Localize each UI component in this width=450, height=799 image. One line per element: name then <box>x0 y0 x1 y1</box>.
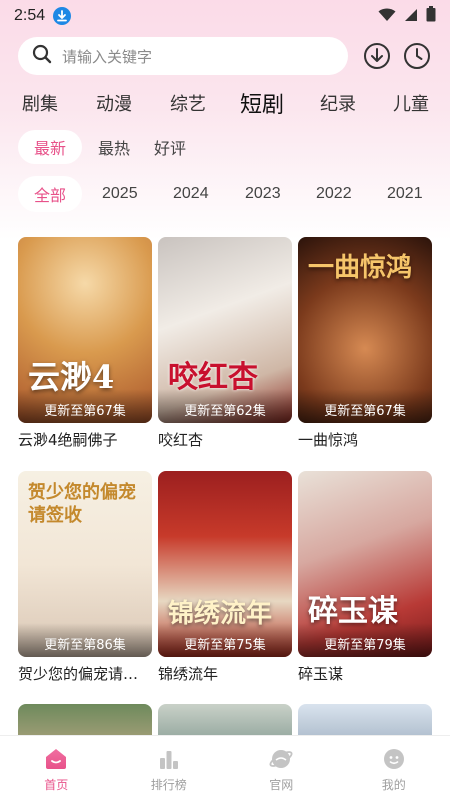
poster-title-art: 一曲惊鸿 <box>308 253 413 283</box>
tab-short-drama[interactable]: 短剧 <box>240 87 284 119</box>
search-icon <box>32 44 52 68</box>
tab-anime[interactable]: 动漫 <box>96 90 132 116</box>
year-2025[interactable]: 2025 <box>102 176 138 212</box>
nav-website[interactable]: 官网 <box>225 736 338 799</box>
tab-series[interactable]: 剧集 <box>22 90 58 116</box>
sort-top-rated[interactable]: 好评 <box>146 130 194 164</box>
nav-website-label: 官网 <box>269 778 294 792</box>
year-filter: 全部 2025 2024 2023 2022 2021 <box>18 176 450 212</box>
tab-variety[interactable]: 综艺 <box>170 90 206 116</box>
drama-title: 锦绣流年 <box>158 665 219 683</box>
wifi-icon <box>378 7 396 26</box>
website-icon <box>268 746 294 772</box>
drama-card[interactable]: 贺少您的偏宠请签收 更新至第86集 贺少您的偏宠请签收 <box>18 471 152 684</box>
drama-poster[interactable]: 一曲惊鸿 更新至第67集 <box>298 237 432 423</box>
year-all[interactable]: 全部 <box>18 176 83 212</box>
profile-icon <box>381 746 407 772</box>
search-row: 请输入关键字 <box>18 36 438 76</box>
drama-card[interactable]: 锦绣流年 更新至第75集 锦绣流年 <box>158 471 292 684</box>
download-icon[interactable] <box>362 41 392 71</box>
status-time: 2:54 <box>14 7 46 24</box>
drama-card[interactable]: 一曲惊鸿 更新至第67集 一曲惊鸿 <box>298 237 432 450</box>
history-icon[interactable] <box>402 41 432 71</box>
nav-ranking[interactable]: 排行榜 <box>113 736 226 799</box>
update-status: 更新至第67集 <box>324 404 406 419</box>
sort-hottest[interactable]: 最热 <box>96 130 132 164</box>
update-status: 更新至第67集 <box>44 404 126 419</box>
drama-poster[interactable]: 云渺4 更新至第67集 <box>18 237 152 423</box>
drama-card[interactable]: 咬红杏 更新至第62集 咬红杏 <box>158 237 292 450</box>
year-2023[interactable]: 2023 <box>245 176 281 212</box>
drama-title: 云渺4绝嗣佛子 <box>18 431 118 449</box>
category-tabs: 剧集 动漫 综艺 短剧 纪录 儿童 <box>0 82 450 122</box>
nav-profile[interactable]: 我的 <box>338 736 450 799</box>
search-placeholder: 请输入关键字 <box>62 47 153 66</box>
battery-icon <box>426 6 436 26</box>
drama-title: 一曲惊鸿 <box>298 431 359 449</box>
nav-home[interactable]: 首页 <box>0 736 113 799</box>
poster-title-art: 贺少您的偏宠请签收 <box>28 482 136 527</box>
sort-latest[interactable]: 最新 <box>18 130 83 164</box>
year-2022[interactable]: 2022 <box>316 176 352 212</box>
drama-card[interactable]: 碎玉谋 更新至第79集 碎玉谋 <box>298 471 432 684</box>
update-status: 更新至第75集 <box>184 638 266 653</box>
drama-poster[interactable]: 锦绣流年 更新至第75集 <box>158 471 292 657</box>
update-status: 更新至第79集 <box>324 638 406 653</box>
drama-title: 咬红杏 <box>158 431 204 449</box>
tab-documentary[interactable]: 纪录 <box>320 90 356 116</box>
drama-poster[interactable]: 贺少您的偏宠请签收 更新至第86集 <box>18 471 152 657</box>
nav-home-label: 首页 <box>44 778 69 792</box>
update-status: 更新至第86集 <box>44 638 126 653</box>
ranking-icon <box>156 746 182 772</box>
update-status: 更新至第62集 <box>184 404 266 419</box>
sort-filter: 最新 最热 好评 <box>18 130 194 164</box>
drama-poster[interactable]: 咬红杏 更新至第62集 <box>158 237 292 423</box>
nav-ranking-label: 排行榜 <box>150 778 187 792</box>
search-input[interactable]: 请输入关键字 <box>18 37 348 75</box>
home-icon <box>43 746 69 772</box>
bottom-navigation: 首页 排行榜 官网 我的 <box>0 735 450 799</box>
nav-profile-label: 我的 <box>381 778 406 792</box>
year-2024[interactable]: 2024 <box>173 176 209 212</box>
signal-icon <box>404 7 418 26</box>
tab-kids[interactable]: 儿童 <box>393 90 429 116</box>
drama-card[interactable]: 云渺4 更新至第67集 云渺4绝嗣佛子 <box>18 237 152 450</box>
drama-title: 碎玉谋 <box>298 665 344 683</box>
download-badge-icon <box>53 7 72 25</box>
status-bar: 2:54 <box>0 0 450 32</box>
year-2021[interactable]: 2021 <box>387 176 423 212</box>
drama-poster[interactable]: 碎玉谋 更新至第79集 <box>298 471 432 657</box>
drama-title: 贺少您的偏宠请签收 <box>18 665 152 683</box>
